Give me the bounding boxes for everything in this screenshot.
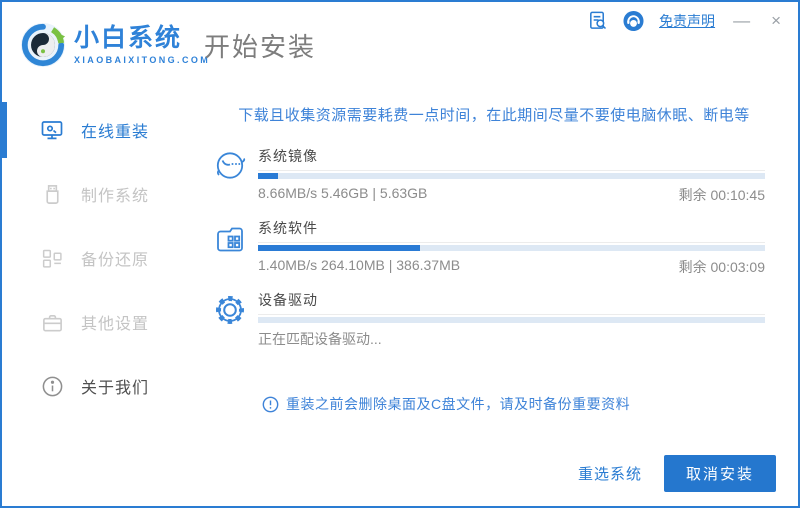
page-title: 开始安装 (204, 31, 317, 62)
document-search-icon[interactable] (587, 10, 608, 31)
task-row-system-image: 系统镜像 8.66MB/s 5.46GB | 5.63GB 剩余 00:10:4… (212, 146, 765, 205)
divider (258, 242, 765, 243)
customer-service-icon[interactable] (623, 10, 644, 31)
gear-icon (212, 292, 248, 328)
body: 在线重装 制作系统 备份还原 其他设置 关于我们 下载且收集资源需要耗费一点时间… (2, 88, 798, 506)
brand-name: 小白系统 (74, 23, 183, 52)
task-title: 系统软件 (258, 220, 318, 236)
header-actions: 免责声明 — × (587, 10, 784, 31)
toolbox-icon (40, 310, 64, 334)
backup-blocks-icon (40, 246, 64, 270)
reselect-system-button[interactable]: 重选系统 (578, 463, 642, 484)
task-title: 设备驱动 (258, 292, 318, 308)
sidebar-item-label: 制作系统 (81, 188, 150, 205)
folder-apps-icon (212, 220, 248, 256)
minimize-button[interactable]: — (730, 12, 753, 29)
sidebar: 在线重装 制作系统 备份还原 其他设置 关于我们 (2, 88, 200, 506)
cancel-install-button[interactable]: 取消安装 (663, 455, 776, 492)
task-stats: 1.40MB/s 264.10MB | 386.37MB (258, 257, 461, 273)
usb-icon (40, 182, 64, 206)
sidebar-item-make-system[interactable]: 制作系统 (2, 162, 200, 226)
brand-text: 小白系统 XIAOBAIXITONG.COM (74, 23, 211, 66)
monitor-icon (40, 118, 64, 142)
progress-bar (258, 317, 765, 323)
sidebar-item-other-settings[interactable]: 其他设置 (2, 290, 200, 354)
warning-text: 下载且收集资源需要耗费一点时间，在此期间尽量不要使电脑休眠、断电等 (238, 107, 750, 124)
header: 小白系统 XIAOBAIXITONG.COM 开始安装 免责声明 — × (2, 2, 798, 88)
disclaimer-link[interactable]: 免责声明 (659, 11, 715, 31)
progress-bar (258, 173, 765, 179)
brand-logo-icon (20, 22, 66, 68)
progress-fill (258, 245, 421, 251)
sidebar-item-backup-restore[interactable]: 备份还原 (2, 226, 200, 290)
close-button[interactable]: × (768, 12, 784, 29)
task-stats: 8.66MB/s 5.46GB | 5.63GB (258, 185, 428, 201)
task-status: 正在匹配设备驱动... (258, 331, 382, 347)
sidebar-item-label: 其他设置 (81, 316, 150, 333)
brand-logo: 小白系统 XIAOBAIXITONG.COM (2, 22, 208, 68)
progress-bar (258, 245, 765, 251)
sidebar-item-label: 备份还原 (81, 252, 150, 269)
divider (258, 314, 765, 315)
footer-actions: 重选系统 取消安装 (578, 455, 776, 492)
task-row-device-driver: 设备驱动 正在匹配设备驱动... (212, 290, 765, 349)
task-remaining: 剩余 00:10:45 (678, 187, 765, 203)
sidebar-item-label: 在线重装 (81, 124, 150, 141)
app-window: 小白系统 XIAOBAIXITONG.COM 开始安装 免责声明 — × 在线重… (0, 0, 800, 508)
progress-fill (258, 173, 279, 179)
alert-circle-icon (262, 396, 286, 413)
notice-text: 重装之前会删除桌面及C盘文件，请及时备份重要资料 (286, 396, 631, 412)
task-title: 系统镜像 (258, 148, 318, 164)
task-remaining: 剩余 00:03:09 (678, 259, 765, 275)
info-icon (40, 374, 64, 398)
backup-notice: 重装之前会删除桌面及C盘文件，请及时备份重要资料 (262, 394, 630, 414)
task-list: 系统镜像 8.66MB/s 5.46GB | 5.63GB 剩余 00:10:4… (212, 146, 765, 362)
sidebar-item-label: 关于我们 (81, 380, 150, 397)
mascot-face-icon (212, 148, 248, 184)
sidebar-item-about-us[interactable]: 关于我们 (2, 354, 200, 418)
divider (258, 170, 765, 171)
main-panel: 下载且收集资源需要耗费一点时间，在此期间尽量不要使电脑休眠、断电等 系统镜像 8… (200, 88, 798, 506)
task-row-system-software: 系统软件 1.40MB/s 264.10MB | 386.37MB 剩余 00:… (212, 218, 765, 277)
brand-domain: XIAOBAIXITONG.COM (74, 55, 211, 66)
sidebar-item-online-reinstall[interactable]: 在线重装 (2, 98, 200, 162)
